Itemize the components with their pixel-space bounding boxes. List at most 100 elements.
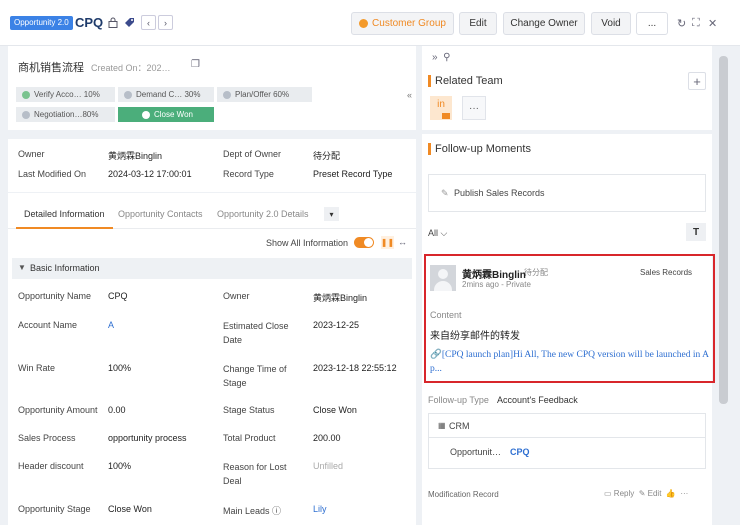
detail-tabs: Detailed Information Opportunity Contact…	[8, 201, 416, 229]
edit-button[interactable]: Edit	[459, 12, 497, 35]
next-record-button[interactable]: ›	[158, 15, 173, 30]
follow-up-type-label: Follow-up Type	[428, 395, 489, 405]
like-icon[interactable]: 👍	[666, 489, 676, 498]
created-on: Created On：202…	[91, 63, 171, 73]
dept-label: Dept of Owner	[223, 149, 282, 159]
caret-down-icon: ▼	[18, 263, 26, 272]
section-accent-bar	[428, 75, 431, 87]
record-type-value: Preset Record Type	[313, 169, 393, 179]
opportunity-related-label: Opportunit…	[450, 447, 502, 457]
pencil-icon: ✎	[638, 489, 646, 498]
moment-meta: 2mins ago - Private	[462, 280, 531, 289]
opportunity-stage-label: Opportunity Stage	[18, 504, 91, 514]
stage-close-won[interactable]: Close Won	[118, 107, 214, 122]
owner-value: 黄炳霖Binglin	[108, 151, 163, 161]
sales-process-value: opportunity process	[108, 433, 187, 443]
stage-status-label: Stage Status	[223, 405, 275, 415]
last-modified-label: Last Modified On	[18, 169, 87, 179]
follow-up-moment-card[interactable]: 黄炳霖Binglin 待分配 2mins ago - Private Sales…	[424, 254, 715, 383]
side-panel-controls: » ⚲	[432, 52, 450, 63]
tab-opportunity-contacts[interactable]: Opportunity Contacts	[118, 209, 203, 219]
void-button[interactable]: Void	[591, 12, 631, 35]
opportunity-amount-value: 0.00	[108, 405, 126, 415]
record-title: CPQ	[75, 15, 104, 30]
last-modified-value: 2024-03-12 17:00:01	[108, 169, 192, 179]
show-all-toggle[interactable]	[354, 237, 374, 248]
vertical-scrollbar[interactable]	[719, 56, 728, 404]
change-owner-button[interactable]: Change Owner	[503, 12, 585, 35]
stage-verify-account[interactable]: Verify Acco… 10%	[16, 87, 115, 102]
all-filter-dropdown[interactable]: All ⌵	[428, 228, 447, 239]
refresh-icon[interactable]: ↻	[677, 17, 686, 30]
crm-header: ▦ CRM	[429, 414, 705, 438]
total-product-value: 200.00	[313, 433, 341, 443]
total-product-label: Total Product	[223, 433, 276, 443]
opportunity-stage-value: Close Won	[108, 504, 152, 514]
moment-status: 待分配	[524, 268, 548, 277]
tab-opportunity-details[interactable]: Opportunity 2.0 Details	[217, 209, 309, 219]
follow-up-panel: Follow-up Moments ✎ Publish Sales Record…	[422, 134, 715, 525]
customer-group-button[interactable]: Customer Group	[351, 12, 454, 35]
win-rate-label: Win Rate	[18, 363, 56, 373]
copy-icon[interactable]: ❐	[191, 59, 200, 70]
moment-actions: ▭ Reply ✎ Edit 👍 ···	[604, 489, 688, 498]
tab-overflow-button[interactable]: ▾	[324, 207, 339, 221]
member-badge-icon	[442, 113, 450, 119]
main-leads-link[interactable]: Lily	[313, 504, 327, 514]
edit-note-icon: ✎	[441, 188, 449, 198]
crm-related-box: ▦ CRM Opportunit… CPQ	[428, 413, 706, 469]
collapse-side-icon[interactable]: »	[432, 52, 438, 63]
help-icon[interactable]: ⓘ	[272, 506, 281, 516]
reason-lost-label: Reason for Lost Deal	[223, 462, 287, 486]
stage-check-icon	[124, 90, 132, 99]
active-tab-underline	[16, 227, 113, 229]
team-member-avatar[interactable]: in	[430, 96, 452, 120]
more-icon[interactable]: ···	[680, 489, 688, 498]
publish-sales-records-button[interactable]: ✎ Publish Sales Records	[428, 174, 706, 212]
user-avatar	[430, 265, 456, 291]
previous-record-button[interactable]: ‹	[141, 15, 156, 30]
follow-up-title: Follow-up Moments	[435, 143, 531, 155]
more-members-button[interactable]: ···	[462, 96, 486, 120]
main-leads-label: Main Leads ⓘ	[223, 506, 282, 516]
fullscreen-icon[interactable]: ⛶	[692, 17, 700, 30]
change-time-label: Change Time of Stage	[223, 364, 287, 388]
stage-plan-offer[interactable]: Plan/Offer 60%	[217, 87, 312, 102]
owner-field-label: Owner	[223, 291, 250, 301]
moment-author[interactable]: 黄炳霖Binglin	[462, 266, 526, 281]
account-name-link[interactable]: A	[108, 320, 114, 330]
modification-record-link[interactable]: Modification Record	[428, 490, 499, 499]
opportunity-amount-label: Opportunity Amount	[18, 405, 98, 415]
close-icon[interactable]: ✕	[708, 17, 717, 30]
detail-panel: Detailed Information Opportunity Contact…	[8, 193, 416, 525]
stage-demand-confirm[interactable]: Demand C… 30%	[118, 87, 214, 102]
stage-check-icon	[223, 90, 231, 99]
win-rate-value: 100%	[108, 363, 132, 373]
pin-icon[interactable]: ⚲	[443, 52, 450, 63]
sales-process-name: 商机销售流程	[18, 62, 84, 74]
stage-check-icon	[22, 110, 30, 119]
customer-group-icon	[359, 19, 369, 28]
basic-information-header[interactable]: ▼ Basic Information	[12, 258, 412, 279]
tab-detailed-information[interactable]: Detailed Information	[24, 209, 105, 219]
show-all-label: Show All Information	[266, 238, 349, 248]
lock-icon[interactable]	[105, 15, 120, 30]
tag-icon[interactable]	[122, 15, 137, 30]
column-layout-icon[interactable]: ❚❚	[381, 236, 394, 249]
chevron-down-icon: ⌵	[440, 228, 448, 238]
related-team-panel: » ⚲ Related Team + in ···	[422, 46, 712, 130]
text-filter-button[interactable]: T	[686, 223, 706, 241]
content-text: 来自纷享邮件的转发	[430, 331, 520, 342]
add-team-member-button[interactable]: +	[688, 72, 706, 90]
more-actions-button[interactable]: ...	[636, 12, 668, 35]
expand-width-icon[interactable]: ↔	[398, 237, 407, 247]
collapse-stages-icon[interactable]: «	[407, 90, 412, 100]
edit-moment-button[interactable]: ✎ Edit	[639, 489, 662, 498]
stage-check-icon	[22, 90, 30, 99]
follow-up-type-value: Account's Feedback	[497, 395, 578, 405]
stage-negotiation[interactable]: Negotiation…80%	[16, 107, 115, 122]
opportunity-related-link[interactable]: CPQ	[510, 447, 530, 457]
email-link[interactable]: 🔗[CPQ launch plan]Hi All, The new CPQ ve…	[430, 348, 711, 376]
reply-button[interactable]: ▭ Reply	[604, 489, 634, 498]
header-discount-value: 100%	[108, 461, 132, 471]
